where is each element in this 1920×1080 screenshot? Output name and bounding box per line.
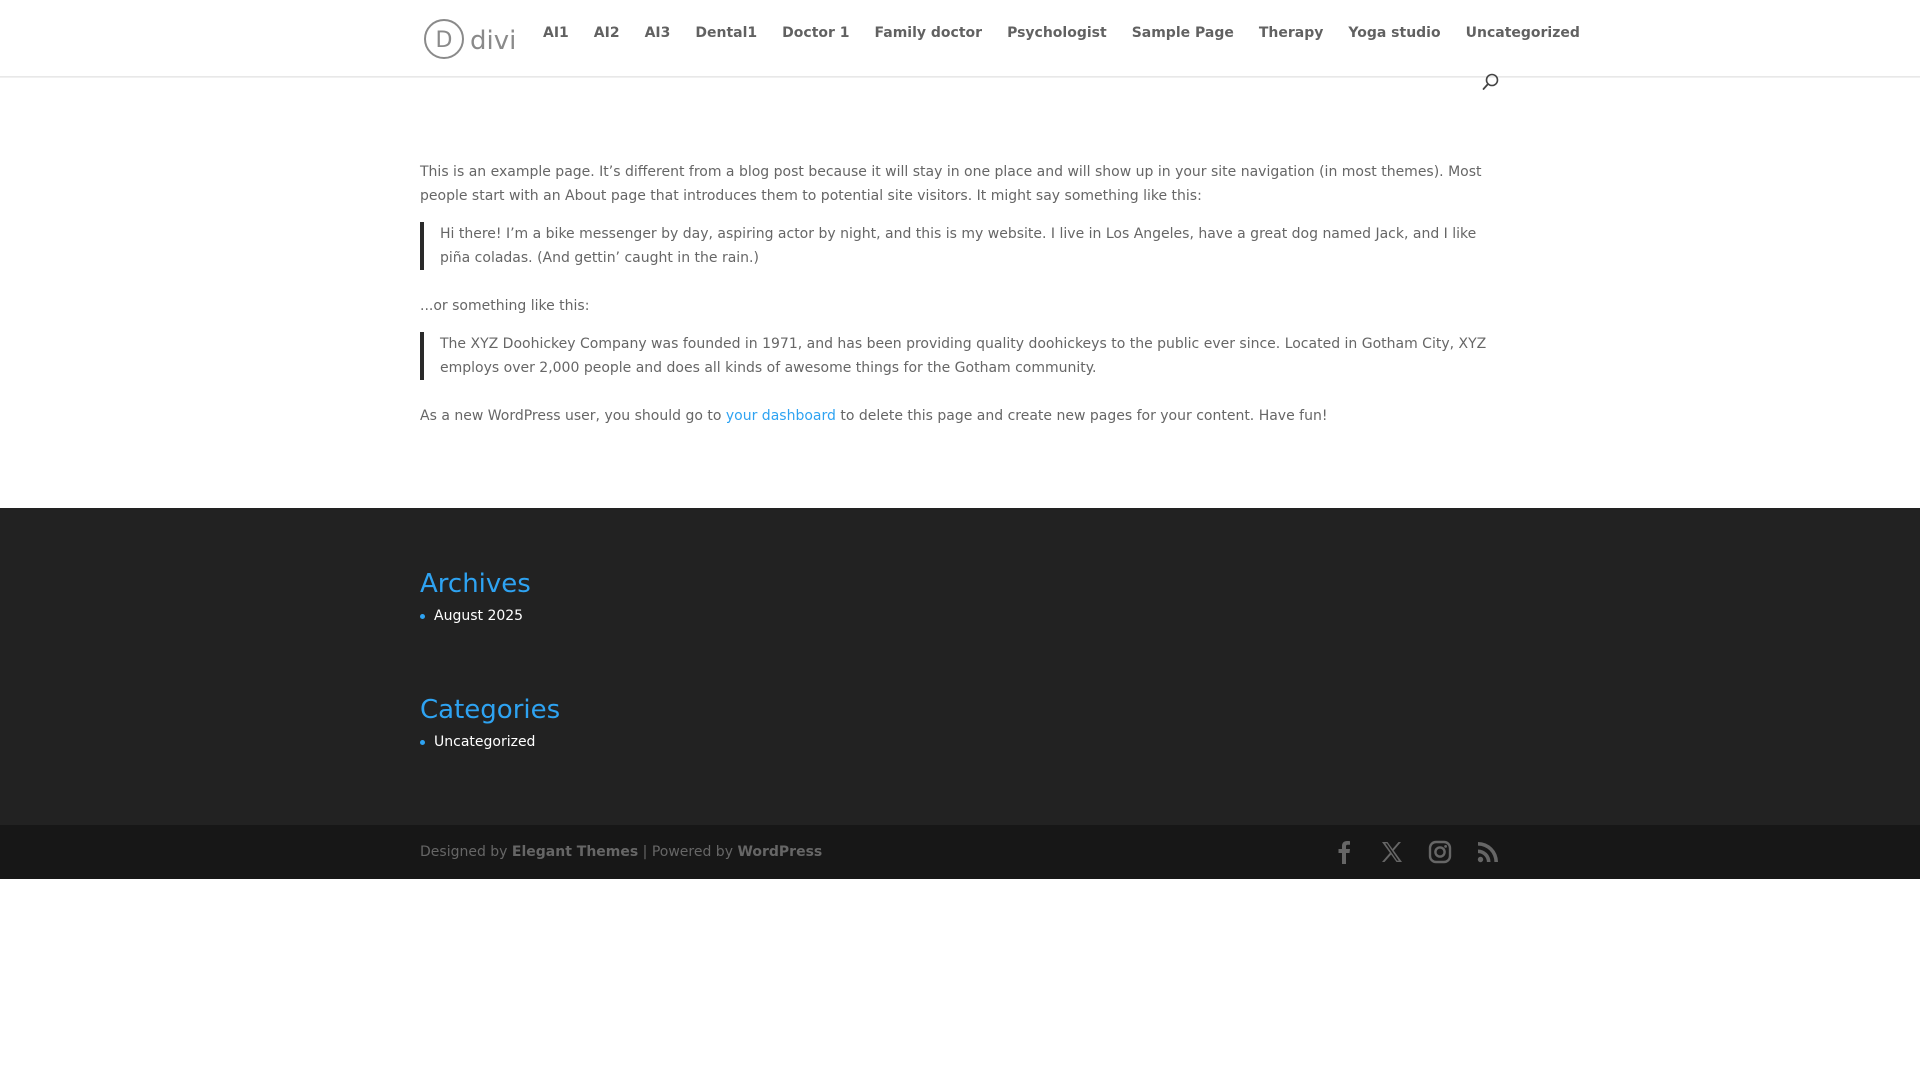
- nav-item-uncategorized[interactable]: Uncategorized: [1466, 23, 1580, 43]
- search-icon[interactable]: [1482, 73, 1500, 91]
- archive-link-august-2025[interactable]: August 2025: [434, 608, 523, 624]
- or-paragraph: ...or something like this:: [420, 298, 590, 314]
- nav-item-ai3[interactable]: AI3: [645, 23, 671, 43]
- divi-logo[interactable]: D divi: [424, 17, 514, 61]
- facebook-icon[interactable]: [1330, 838, 1358, 866]
- designed-by-text: Designed by: [420, 844, 512, 860]
- categories-widget: Categories Uncategorized: [420, 694, 560, 752]
- closing-paragraph: As a new WordPress user, you should go t…: [420, 404, 1502, 428]
- quote-text: Hi there! I’m a bike messenger by day, a…: [440, 226, 1477, 266]
- dashboard-link[interactable]: your dashboard: [726, 408, 836, 424]
- nav-item-ai1[interactable]: AI1: [543, 23, 569, 43]
- list-item: August 2025: [420, 606, 531, 626]
- main-nav: AI1 AI2 AI3 Dental1 Doctor 1 Family doct…: [543, 23, 1605, 43]
- rss-icon[interactable]: [1474, 838, 1502, 866]
- nav-item-doctor-1[interactable]: Doctor 1: [782, 23, 849, 43]
- nav-item-psychologist[interactable]: Psychologist: [1007, 23, 1107, 43]
- site-header: D divi AI1 AI2 AI3 Dental1 Doctor 1 Fami…: [0, 0, 1920, 90]
- category-link-uncategorized[interactable]: Uncategorized: [434, 734, 535, 750]
- closing-text-before: As a new WordPress user, you should go t…: [420, 408, 726, 424]
- footer-bottom-bar: Designed by Elegant Themes | Powered by …: [0, 825, 1920, 879]
- page-content: This is an example page. It’s different …: [420, 160, 1502, 442]
- archives-title: Archives: [420, 569, 531, 599]
- quote-bike-messenger: Hi there! I’m a bike messenger by day, a…: [420, 222, 1502, 270]
- categories-list: Uncategorized: [420, 732, 560, 752]
- wordpress-link[interactable]: WordPress: [737, 844, 822, 860]
- intro-paragraph: This is an example page. It’s different …: [420, 164, 1482, 204]
- footer-credits: Designed by Elegant Themes | Powered by …: [420, 842, 822, 862]
- nav-item-sample-page[interactable]: Sample Page: [1132, 23, 1234, 43]
- closing-text-after: to delete this page and create new pages…: [835, 408, 1328, 424]
- nav-item-therapy[interactable]: Therapy: [1259, 23, 1324, 43]
- divi-logo-icon: D divi: [424, 19, 514, 59]
- nav-item-yoga-studio[interactable]: Yoga studio: [1348, 23, 1440, 43]
- quote-text: The XYZ Doohickey Company was founded in…: [440, 336, 1487, 376]
- elegant-themes-link[interactable]: Elegant Themes: [512, 844, 638, 860]
- x-icon[interactable]: [1378, 838, 1406, 866]
- footer-widgets: Archives August 2025 Categories Uncatego…: [0, 508, 1920, 825]
- archives-list: August 2025: [420, 606, 531, 626]
- svg-text:divi: divi: [470, 26, 514, 56]
- nav-item-family-doctor[interactable]: Family doctor: [875, 23, 983, 43]
- archives-widget: Archives August 2025: [420, 568, 531, 626]
- quote-xyz-company: The XYZ Doohickey Company was founded in…: [420, 332, 1502, 380]
- svg-text:D: D: [436, 28, 453, 53]
- powered-by-text: | Powered by: [638, 844, 738, 860]
- nav-item-dental1[interactable]: Dental1: [695, 23, 757, 43]
- instagram-icon[interactable]: [1426, 838, 1454, 866]
- nav-item-ai2[interactable]: AI2: [594, 23, 620, 43]
- list-item: Uncategorized: [420, 732, 560, 752]
- categories-title: Categories: [420, 695, 561, 725]
